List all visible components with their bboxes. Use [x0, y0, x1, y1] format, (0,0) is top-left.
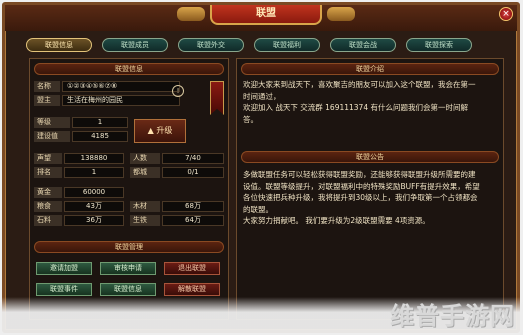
city-label: 都城 — [130, 167, 160, 178]
disband-alliance-button[interactable]: 解散联盟 — [164, 283, 220, 296]
title-ornament-left — [177, 7, 205, 21]
intro-line: 欢迎加入 战天下 交流群 169111374 有什么问题我们会第一时间解 — [243, 103, 468, 112]
level-label: 等级 — [34, 117, 70, 128]
city-value: 0/1 — [162, 167, 224, 178]
invite-button[interactable]: 邀请加盟 — [36, 262, 92, 275]
leave-alliance-button[interactable]: 退出联盟 — [164, 262, 220, 275]
stone-label: 石料 — [34, 215, 62, 226]
intro-text: 欢迎大家来到战天下，喜欢聚吉的朋友可以加入这个联盟，我会在第一 时间通过， 欢迎… — [243, 79, 499, 125]
intro-line: 时间通过， — [243, 91, 281, 101]
tab-alliance-members[interactable]: 联盟成员 — [102, 38, 168, 52]
tab-bar: 联盟信息 联盟成员 联盟外交 联盟福利 联盟会战 联盟探索 — [26, 38, 503, 52]
members-value: 7/40 — [162, 153, 224, 164]
notice-line: 的联盟。 — [243, 204, 273, 214]
tab-alliance-welfare[interactable]: 联盟福利 — [254, 38, 320, 52]
gold-label: 黄金 — [34, 187, 62, 198]
wood-value: 68万 — [162, 201, 224, 212]
food-value: 43万 — [64, 201, 124, 212]
close-icon[interactable]: × — [499, 7, 513, 21]
management-title: 联盟管理 — [34, 241, 224, 253]
intro-title: 联盟介绍 — [241, 63, 499, 75]
iron-label: 生铁 — [130, 215, 160, 226]
notice-line: 各位快速把兵种升级，我将提升到30级以上，我们争取第一个占领都会 — [243, 193, 478, 202]
intro-line: 欢迎大家来到战天下，喜欢聚吉的朋友可以加入这个联盟，我会在第一 — [243, 80, 476, 89]
wood-label: 木材 — [130, 201, 160, 212]
review-applications-button[interactable]: 审核申请 — [100, 262, 156, 275]
info-icon[interactable]: ! — [172, 85, 184, 97]
rank-label: 排名 — [34, 167, 62, 178]
tab-alliance-diplomacy[interactable]: 联盟外交 — [178, 38, 244, 52]
alliance-right-panel: 联盟介绍 欢迎大家来到战天下，喜欢聚吉的朋友可以加入这个联盟，我会在第一 时间通… — [236, 58, 504, 320]
tab-alliance-battle[interactable]: 联盟会战 — [330, 38, 396, 52]
stone-value: 36万 — [64, 215, 124, 226]
prestige-label: 声望 — [34, 153, 62, 164]
upgrade-button[interactable]: ▲ 升级 — [134, 119, 186, 143]
alliance-events-button[interactable]: 联盟事件 — [36, 283, 92, 296]
leader-value: 生活在梅州的园民 — [62, 95, 180, 106]
rank-value: 1 — [64, 167, 124, 178]
prestige-value: 138880 — [64, 153, 124, 164]
leader-label: 盟主 — [34, 95, 60, 106]
title-ornament-right — [327, 7, 355, 21]
notice-line: 大家努力捐献吧。 我们要升级为2级联盟需要 4项资源。 — [243, 216, 430, 225]
level-value: 1 — [72, 117, 128, 128]
upgrade-label: 升级 — [156, 126, 173, 135]
notice-title: 联盟公告 — [241, 151, 499, 163]
build-value: 4185 — [72, 131, 128, 142]
alliance-info-title: 联盟信息 — [34, 63, 224, 75]
tab-alliance-explore[interactable]: 联盟探索 — [406, 38, 472, 52]
intro-line: 答。 — [243, 114, 258, 124]
title-bar: 联盟 × — [5, 5, 517, 31]
alliance-info-panel: 联盟信息 名称 ①②③④⑤⑥⑦⑧ 盟主 生活在梅州的园民 ! 等级 1 建设值 … — [29, 58, 229, 320]
notice-line: 设值。联盟等级提升，对联盟福利中的特殊奖励BUFF有提升效果，希望 — [243, 181, 480, 191]
name-label: 名称 — [34, 81, 60, 92]
alliance-info-button[interactable]: 联盟信息 — [100, 283, 156, 296]
window-title: 联盟 — [210, 5, 322, 25]
watermark-text: 维普手游网 — [390, 302, 515, 330]
food-label: 粮食 — [34, 201, 62, 212]
build-label: 建设值 — [34, 131, 70, 142]
iron-value: 64万 — [162, 215, 224, 226]
tab-alliance-info[interactable]: 联盟信息 — [26, 38, 92, 52]
gold-value: 60000 — [64, 187, 124, 198]
banner-icon — [210, 81, 224, 115]
name-value: ①②③④⑤⑥⑦⑧ — [62, 81, 180, 92]
notice-text: 多做联盟任务可以轻松获得联盟奖励，还能够获得联盟升级所需要的建 设值。联盟等级提… — [243, 169, 499, 227]
members-label: 人数 — [130, 153, 160, 164]
notice-line: 多做联盟任务可以轻松获得联盟奖励，还能够获得联盟升级所需要的建 — [243, 170, 476, 179]
